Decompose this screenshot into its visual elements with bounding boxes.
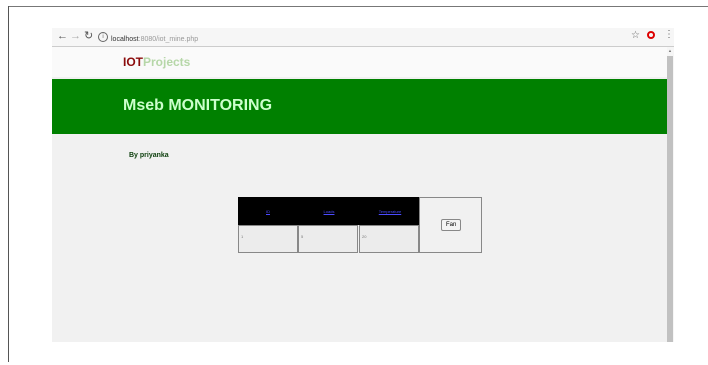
cell-loads: 5 (298, 225, 358, 253)
info-icon[interactable]: i (98, 32, 108, 42)
screenshot-frame-left (8, 6, 9, 362)
bookmark-star-icon[interactable]: ☆ (631, 30, 640, 41)
logo-iot-text: IOT (123, 55, 143, 69)
fan-button[interactable]: Fan (441, 219, 462, 231)
scrollbar-thumb[interactable] (667, 56, 673, 342)
page-title: Mseb MONITORING (123, 97, 273, 114)
site-logo: IOTProjects (123, 55, 190, 69)
logo-projects-text: Projects (143, 55, 191, 69)
logo-bar: IOTProjects (52, 47, 667, 77)
cell-id: 1 (238, 225, 298, 253)
header-temperature-link[interactable]: Temperature (360, 197, 420, 225)
fan-control-box: Fan (419, 197, 482, 253)
reload-icon[interactable]: ↻ (84, 29, 93, 43)
forward-arrow-icon[interactable]: → (70, 29, 81, 43)
menu-dots-icon[interactable]: ⋮ (664, 30, 674, 40)
opera-icon[interactable] (647, 31, 655, 39)
cell-temperature: 20 (359, 225, 419, 253)
header-id-link[interactable]: ID (238, 197, 298, 225)
title-banner: Mseb MONITORING (52, 79, 667, 134)
screenshot-frame-top (8, 6, 708, 7)
url-path: :8080/iot_mine.php (138, 36, 199, 43)
url-host: localhost (111, 36, 139, 43)
address-bar[interactable]: i localhost:8080/iot_mine.php (98, 30, 198, 44)
header-loads-link[interactable]: Loads (299, 197, 359, 225)
back-arrow-icon[interactable]: ← (57, 29, 68, 43)
page-content: IOTProjects Mseb MONITORING By priyanka … (52, 47, 667, 342)
scroll-up-arrow-icon[interactable]: ▲ (668, 48, 672, 53)
author-line: By priyanka (129, 152, 169, 159)
